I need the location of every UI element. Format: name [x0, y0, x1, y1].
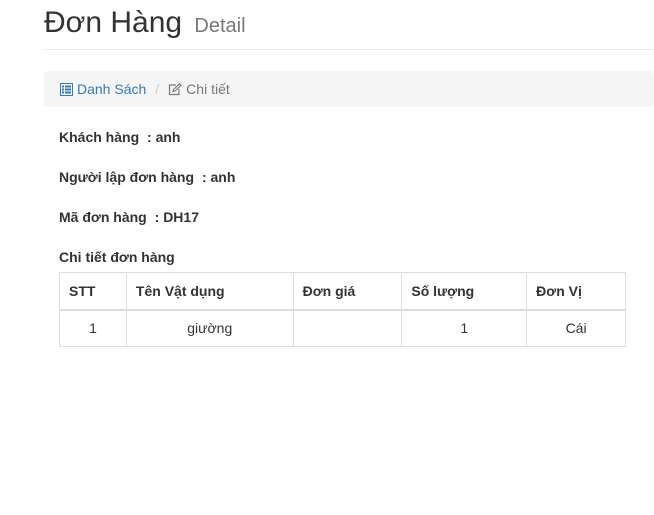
page: Đơn Hàng Detail Danh Sách / Chi tiết Khá…: [0, 0, 654, 515]
breadcrumb-list-label: Danh Sách: [77, 81, 147, 97]
order-code-value: DH17: [163, 209, 199, 225]
creator-row: Người lập đơn hàng : anh: [59, 169, 235, 185]
details-heading: Chi tiết đơn hàng: [59, 249, 175, 265]
edit-icon: [168, 82, 182, 96]
order-code-row: Mã đơn hàng : DH17: [59, 209, 199, 225]
cell-quantity: 1: [401, 309, 528, 347]
page-title: Đơn Hàng Detail: [44, 6, 246, 40]
customer-label: Khách hàng: [59, 129, 140, 145]
customer-separator: :: [147, 129, 152, 145]
order-code-separator: :: [154, 209, 160, 225]
customer-value: anh: [155, 129, 181, 145]
creator-value: anh: [210, 169, 236, 185]
breadcrumb-separator: /: [155, 81, 160, 97]
breadcrumb-detail-label: Chi tiết: [186, 81, 230, 97]
cell-unit: Cái: [526, 309, 626, 347]
table-row: 1 giường 1 Cái: [59, 309, 626, 347]
page-subtitle: Detail: [194, 15, 246, 37]
column-header-stt: STT: [59, 272, 127, 311]
cell-stt: 1: [59, 309, 127, 347]
page-title-text: Đơn Hàng: [44, 6, 183, 39]
cell-unit-price: [292, 309, 403, 347]
breadcrumb-detail: Chi tiết: [168, 81, 230, 97]
column-header-unit: Đơn Vị: [526, 272, 626, 311]
customer-row: Khách hàng : anh: [59, 129, 180, 145]
order-details-table: STT Tên Vật dụng Đơn giá Số lượng Đơn Vị…: [59, 272, 626, 347]
order-code-label: Mã đơn hàng: [59, 209, 147, 225]
list-icon: [60, 82, 73, 96]
creator-separator: :: [201, 169, 207, 185]
breadcrumb-list-link[interactable]: Danh Sách: [60, 81, 146, 97]
creator-label: Người lập đơn hàng: [59, 169, 195, 185]
breadcrumb: Danh Sách / Chi tiết: [44, 71, 654, 107]
column-header-unit-price: Đơn giá: [292, 272, 403, 311]
page-header: Đơn Hàng Detail: [44, 0, 654, 50]
table-header-row: STT Tên Vật dụng Đơn giá Số lượng Đơn Vị: [59, 272, 626, 311]
cell-item-name: giường: [125, 309, 294, 347]
column-header-quantity: Số lượng: [401, 272, 528, 311]
column-header-item-name: Tên Vật dụng: [125, 272, 294, 311]
